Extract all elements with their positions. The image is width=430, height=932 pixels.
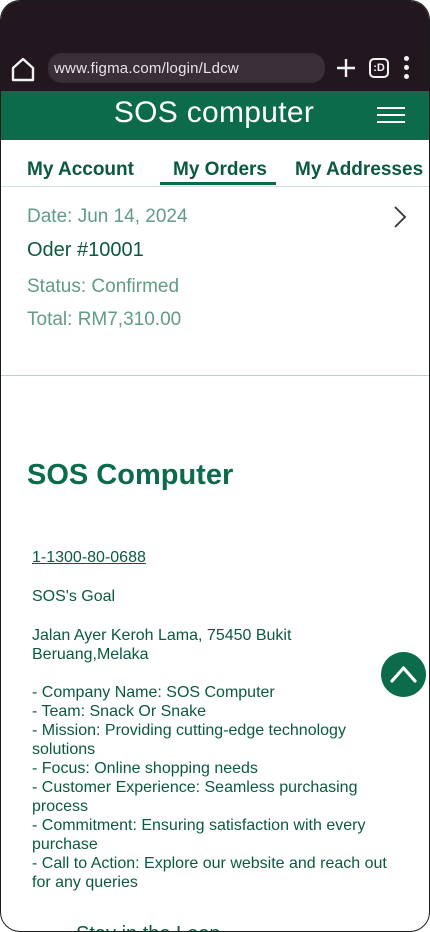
- order-card[interactable]: Date: Jun 14, 2024 Oder #10001 Status: C…: [1, 186, 429, 376]
- app-header: SOS computer: [1, 91, 429, 140]
- scroll-to-top-button[interactable]: [381, 652, 426, 697]
- order-date: Date: Jun 14, 2024: [27, 206, 188, 227]
- chevron-up-icon: [390, 666, 417, 683]
- phone-link[interactable]: 1-1300-80-0688: [32, 549, 146, 567]
- browser-chrome: www.figma.com/login/Ldcw :D: [1, 1, 429, 91]
- order-total: Total: RM7,310.00: [27, 309, 182, 330]
- order-number: Oder #10001: [27, 239, 144, 261]
- url-text: www.figma.com/login/Ldcw: [54, 60, 239, 77]
- list-item: - Call to Action: Explore our website an…: [32, 855, 387, 891]
- newsletter-heading: Stay in the Loop: [76, 923, 221, 931]
- goal-heading: SOS's Goal: [32, 588, 116, 605]
- list-item: - Mission: Providing cutting-edge techno…: [32, 722, 346, 758]
- tab-my-addresses[interactable]: My Addresses: [295, 159, 423, 181]
- new-tab-icon[interactable]: [335, 57, 357, 79]
- address-text: Jalan Ayer Keroh Lama, 75450 Bukit Berua…: [32, 627, 292, 663]
- list-item: - Team: Snack Or Snake: [32, 703, 206, 720]
- phone-frame: www.figma.com/login/Ldcw :D SOS computer…: [0, 0, 430, 932]
- list-item: - Customer Experience: Seamless purchasi…: [32, 779, 358, 815]
- home-icon[interactable]: [10, 56, 36, 82]
- hamburger-menu-icon[interactable]: [377, 107, 405, 123]
- tab-my-orders[interactable]: My Orders: [173, 159, 267, 181]
- more-menu-icon[interactable]: [404, 56, 410, 82]
- list-item: - Commitment: Ensuring satisfaction with…: [32, 817, 366, 853]
- tab-my-account[interactable]: My Account: [27, 159, 134, 181]
- list-item: - Focus: Online shopping needs: [32, 760, 258, 777]
- chevron-right-icon[interactable]: [391, 204, 409, 230]
- active-tab-indicator: [160, 182, 276, 185]
- order-status: Status: Confirmed: [27, 276, 180, 297]
- address-bar[interactable]: www.figma.com/login/Ldcw: [48, 53, 325, 83]
- company-info-list: - Company Name: SOS Computer - Team: Sna…: [32, 683, 392, 892]
- list-item: - Company Name: SOS Computer: [32, 684, 275, 701]
- account-tabs: My Account My Orders My Addresses: [1, 140, 429, 187]
- site-title[interactable]: SOS computer: [1, 96, 427, 130]
- footer-brand: SOS Computer: [27, 459, 234, 491]
- tab-switcher-icon[interactable]: :D: [369, 58, 389, 78]
- section-divider: [1, 375, 429, 376]
